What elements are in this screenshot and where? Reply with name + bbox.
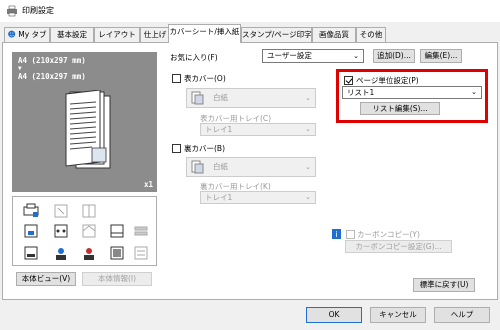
per-page-list-select[interactable]: リスト1 ⌄ [342,86,482,99]
svg-text:i: i [335,230,337,239]
preview-copies: x1 [143,180,153,189]
tab-image-quality[interactable]: 画像品質 [312,27,356,42]
authentication-icon [56,248,66,260]
printer-icon [7,5,17,17]
title-bar: 印刷設定 [0,0,500,22]
account-track-icon [84,248,94,260]
paper-preview: A4 (210x297 mm) ▼ A4 (210x297 mm) x1 [12,52,157,192]
tab-label: My タブ [18,30,47,39]
tab-layout[interactable]: レイアウト [94,27,140,42]
back-cover-paper-select[interactable]: 白紙 ⌄ [186,157,316,177]
tab-basic[interactable]: 基本設定 [50,27,94,42]
help-button[interactable]: ヘルプ [434,307,490,323]
large-capacity-unit-icon [110,246,124,260]
paper-feed-unit-icon [134,246,148,260]
favorites-value: ユーザー設定 [267,51,312,60]
per-page-list-value: リスト1 [347,88,375,97]
add-favorite-button[interactable]: 追加(D)... [373,49,415,63]
stacker-icon [134,226,148,236]
back-cover-label: 裏カバー(B) [184,144,225,153]
finisher-icon [24,224,38,238]
blank-paper-icon [191,91,204,105]
preview-arrow: ▼ [18,65,22,72]
front-cover-tray-select[interactable]: トレイ1 ⌄ [200,123,316,136]
tab-cover-insert[interactable]: カバーシート/挿入紙 [168,24,241,43]
front-cover-tray-value: トレイ1 [205,125,233,134]
front-cover-checkbox[interactable] [172,74,181,83]
device-options-panel [12,196,157,266]
edit-list-button[interactable]: リスト編集(S)... [360,102,440,115]
printer-output-icon [23,203,39,217]
fold-icon [82,224,96,238]
back-cover-tray-select[interactable]: トレイ1 ⌄ [200,191,316,204]
info-icon: i [332,229,341,239]
device-info-button[interactable]: 本体情報(I) [82,272,152,286]
chevron-down-icon: ⌄ [305,163,311,171]
restore-defaults-button[interactable]: 標準に戻す(U) [413,278,475,292]
chevron-down-icon: ⌄ [305,193,311,201]
carbon-copy-checkbox[interactable] [346,230,355,239]
front-cover-paper-select[interactable]: 白紙 ⌄ [186,88,316,108]
trimming-icon [110,224,124,238]
tab-finishing[interactable]: 仕上げ [140,27,170,42]
blank-paper-icon [191,160,204,174]
tab-my-tab[interactable]: ☻ My タブ [4,27,50,42]
device-view-button[interactable]: 本体ビュー(V) [16,272,76,286]
favorites-select[interactable]: ユーザー設定 ⌄ [262,49,364,63]
staple-icon [54,204,68,218]
cancel-button[interactable]: キャンセル [370,307,426,323]
punch-icon [54,224,68,238]
tray-icon [24,246,38,260]
per-page-checkbox[interactable] [344,76,353,85]
chevron-down-icon: ⌄ [471,88,477,96]
preview-paper-size: A4 (210x297 mm) [18,72,86,81]
tab-stamp-page-print[interactable]: スタンプ/ページ印字 [241,27,312,42]
per-page-label: ページ単位設定(P) [356,76,419,85]
back-cover-paper-value: 白紙 [213,162,228,171]
back-cover-tray-value: トレイ1 [205,193,233,202]
booklet-icon [82,204,96,218]
chevron-down-icon: ⌄ [353,52,359,60]
favorites-label: お気に入り(F) [170,53,218,62]
tab-other[interactable]: その他 [356,27,386,42]
back-cover-checkbox[interactable] [172,144,181,153]
window-title: 印刷設定 [22,6,54,15]
front-cover-paper-value: 白紙 [213,93,228,102]
carbon-copy-label: カーボンコピー(Y) [357,230,420,239]
edit-favorite-button[interactable]: 編集(E)... [420,49,462,63]
chevron-down-icon: ⌄ [305,125,311,133]
user-icon: ☻ [7,30,16,39]
carbon-copy-settings-button[interactable]: カーボンコピー設定(G)... [345,240,452,253]
chevron-down-icon: ⌄ [305,94,311,102]
front-cover-label: 表カバー(O) [184,74,226,83]
ok-button[interactable]: OK [306,307,362,323]
preview-output-size: A4 (210x297 mm) [18,56,86,65]
document-preview-icon [65,90,111,169]
